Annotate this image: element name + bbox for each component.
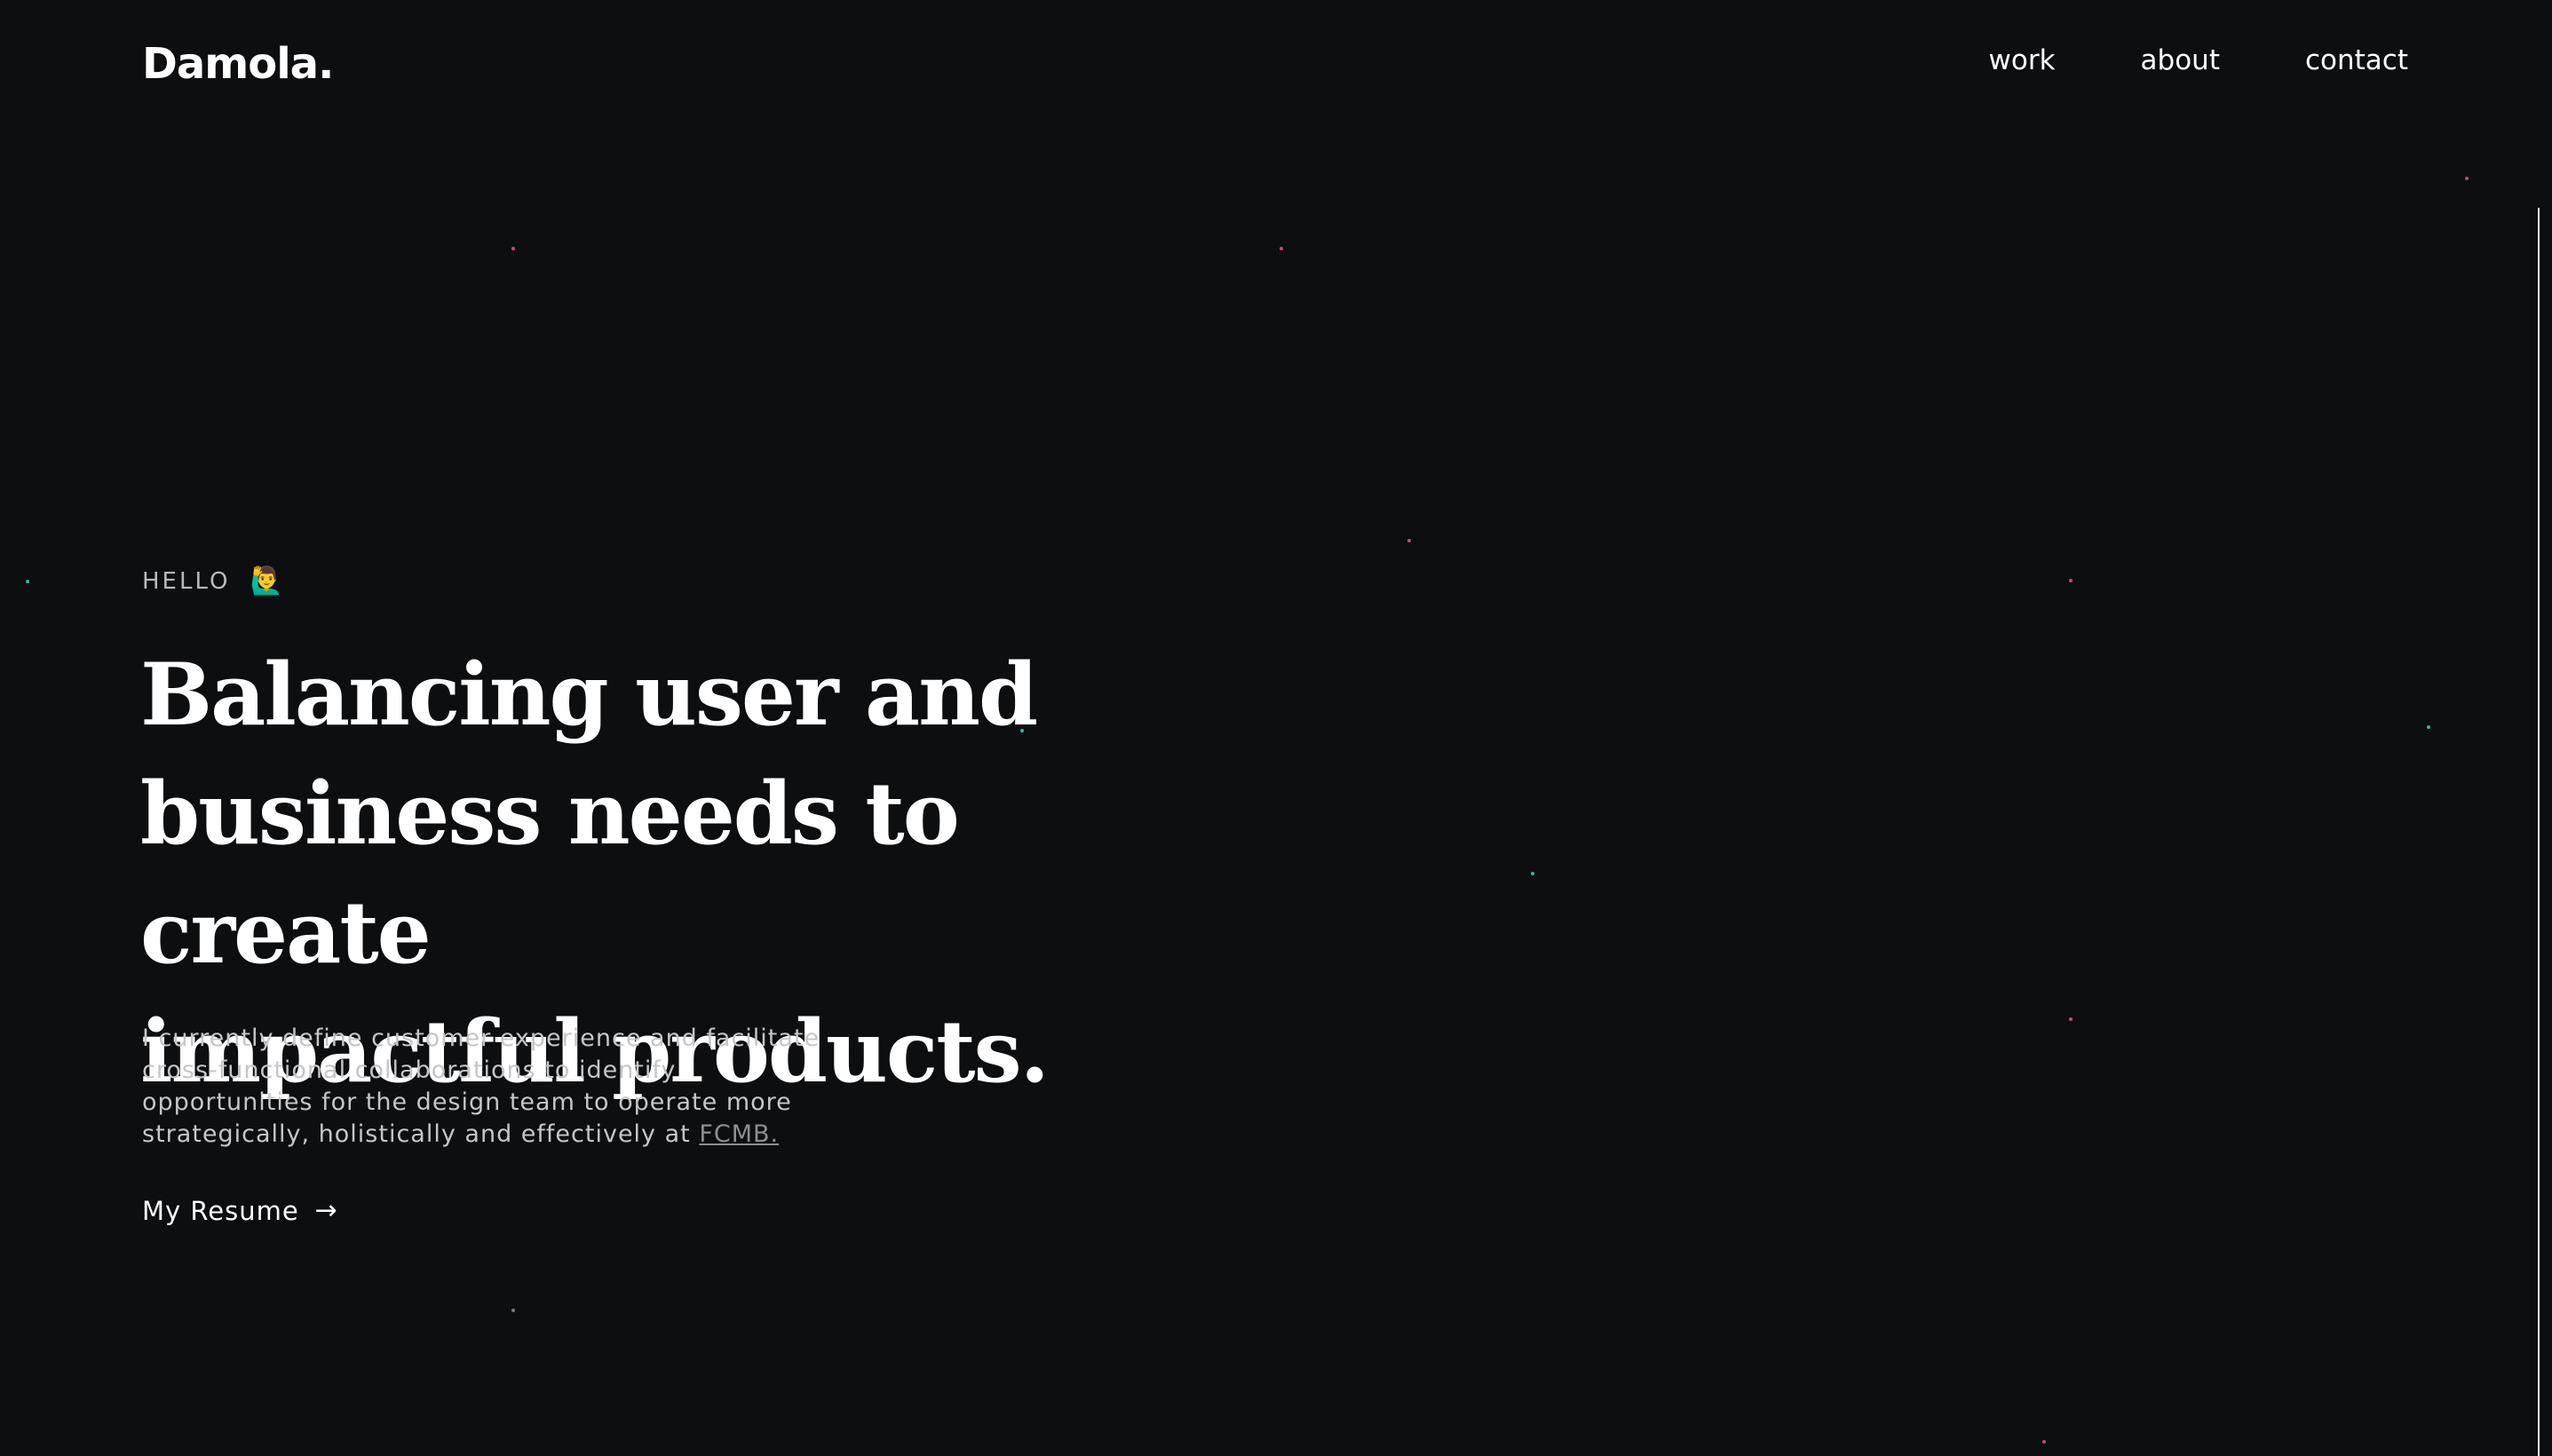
headline-line: business needs to create — [140, 764, 960, 983]
nav-link-about[interactable]: about — [2141, 44, 2220, 76]
hello-eyebrow: HELLO 🙋‍♂️ — [142, 566, 283, 596]
arrow-right-icon: → — [314, 1195, 338, 1226]
intro-paragraph: I currently define customer experience a… — [142, 1023, 835, 1151]
star-dot — [1531, 872, 1534, 875]
hello-label: HELLO — [142, 568, 231, 595]
nav-link-work[interactable]: work — [1989, 44, 2056, 76]
star-dot — [2069, 1017, 2073, 1021]
star-dot — [26, 580, 29, 583]
star-dot — [1020, 729, 1024, 732]
star-dot — [511, 1309, 515, 1312]
resume-label: My Resume — [142, 1195, 299, 1226]
star-dot — [511, 247, 515, 250]
star-dot — [1407, 539, 1411, 542]
star-dot — [2427, 725, 2430, 729]
main-nav: work about contact — [1989, 44, 2409, 76]
star-dot — [2069, 579, 2073, 582]
resume-link[interactable]: My Resume → — [142, 1195, 338, 1226]
fcmb-link[interactable]: FCMB. — [699, 1120, 779, 1148]
portfolio-page: Damola. work about contact HELLO 🙋‍♂️ Ba… — [0, 0, 2552, 1456]
person-raising-hand-icon: 🙋‍♂️ — [250, 566, 283, 596]
scrollbar-track[interactable] — [2538, 208, 2540, 1456]
nav-link-contact[interactable]: contact — [2305, 44, 2408, 76]
star-dot — [2465, 177, 2469, 180]
headline-line: Balancing user and — [140, 645, 1038, 745]
site-logo[interactable]: Damola. — [142, 39, 334, 89]
star-dot — [1280, 247, 1283, 250]
star-dot — [2042, 1440, 2046, 1444]
